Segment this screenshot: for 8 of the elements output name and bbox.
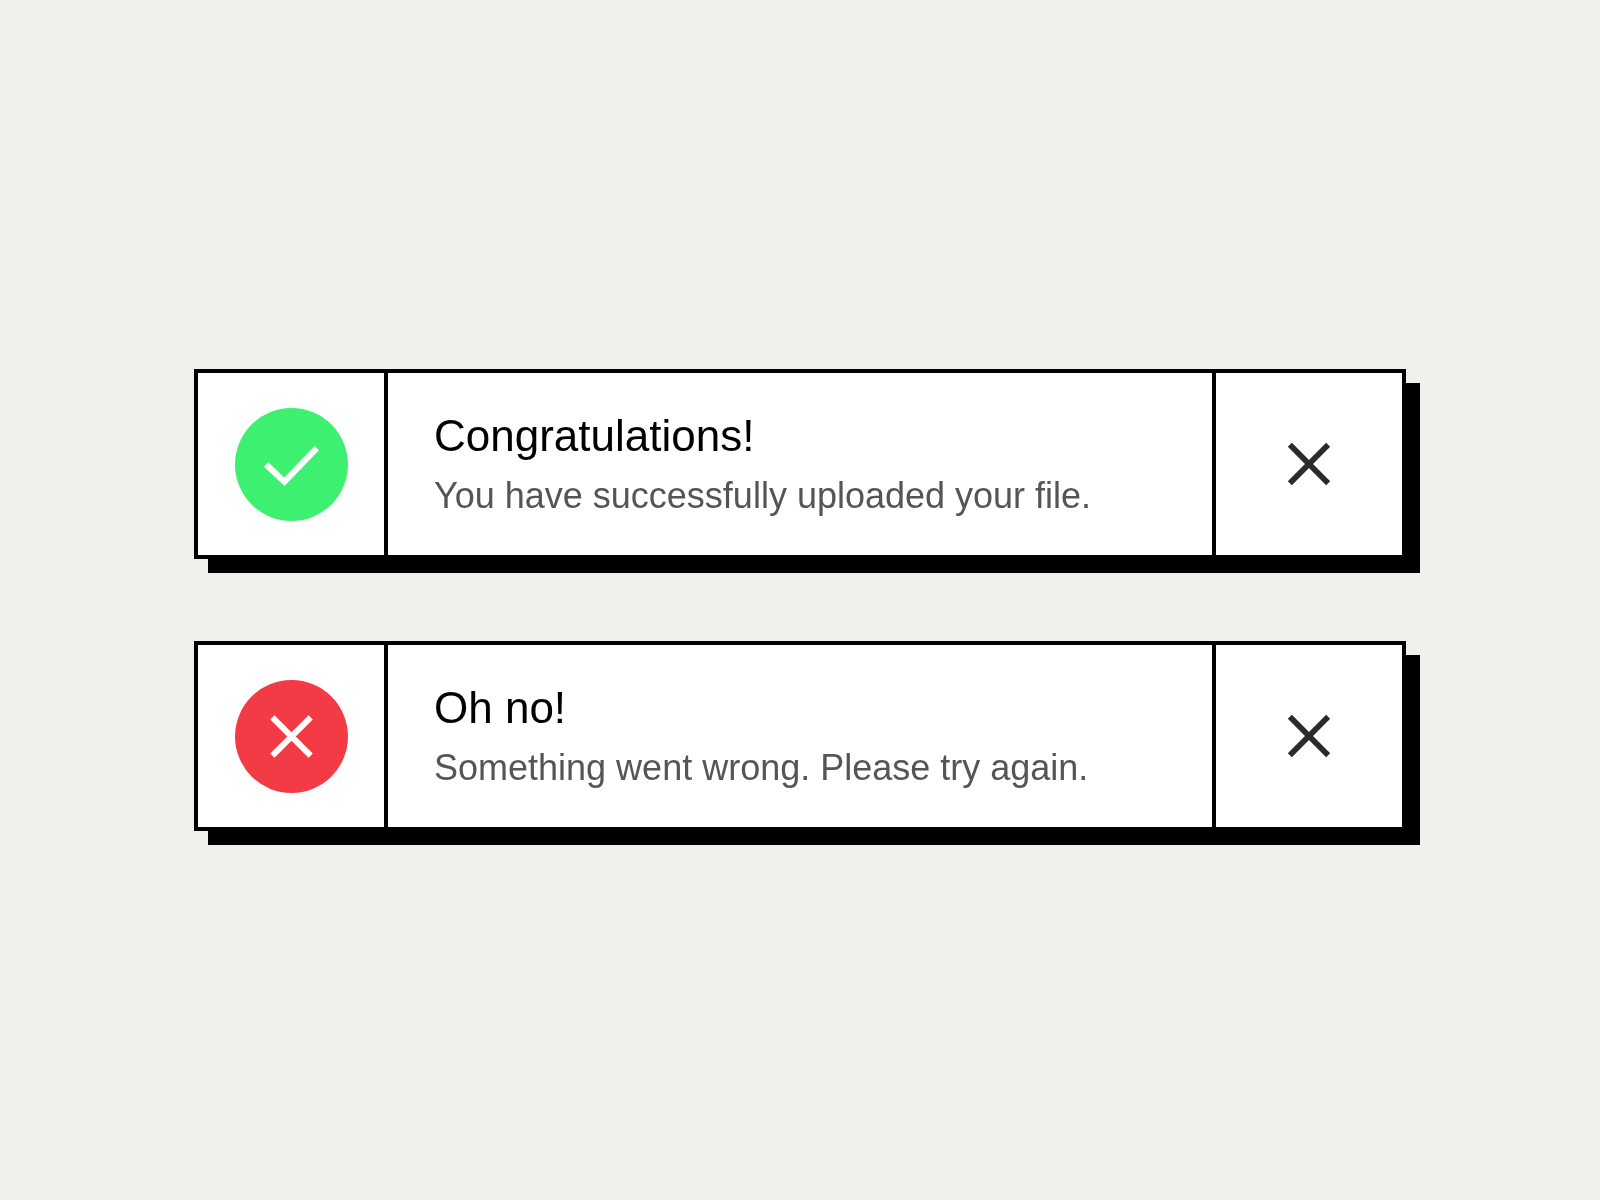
error-x-icon [234,679,348,793]
toast-message: You have successfully uploaded your file. [434,475,1093,517]
toast-message: Something went wrong. Please try again. [434,747,1090,789]
success-check-icon [234,407,348,521]
toast-title: Oh no! [434,683,568,733]
close-icon [1286,713,1332,759]
toast-title: Congratulations! [434,411,756,461]
close-icon [1286,441,1332,487]
